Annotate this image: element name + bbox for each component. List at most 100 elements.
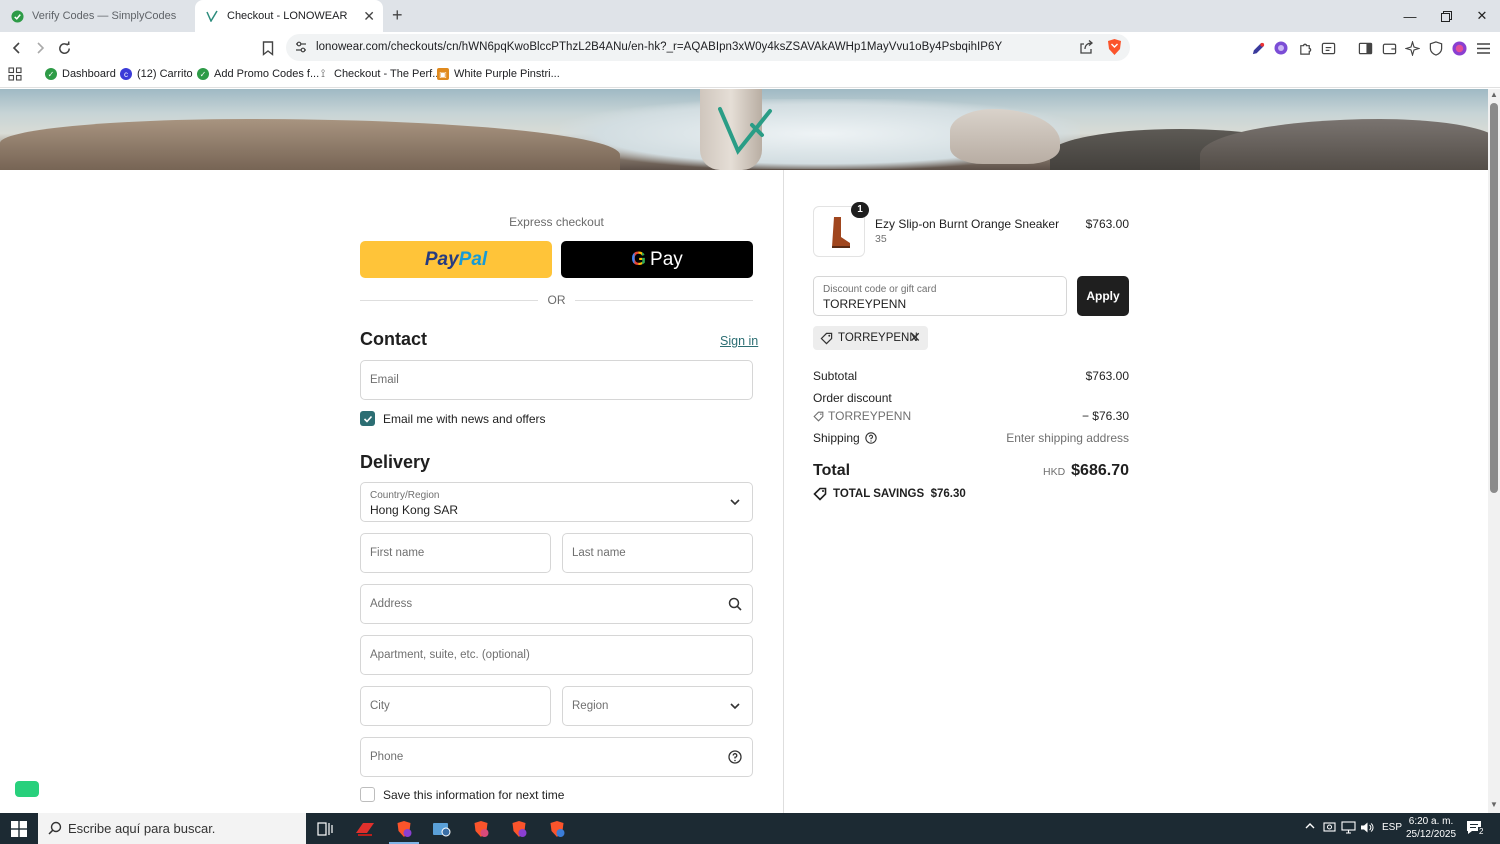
page-scrollbar[interactable]: ▲ ▼ bbox=[1488, 89, 1500, 813]
google-g-icon: G bbox=[631, 248, 647, 270]
taskbar-search-box[interactable]: Escribe aquí para buscar. bbox=[38, 813, 306, 844]
extensions-puzzle-icon[interactable] bbox=[1297, 40, 1313, 56]
applied-discount-chip: TORREYPENN ✕ bbox=[813, 326, 928, 350]
volume-icon[interactable] bbox=[1360, 821, 1374, 837]
tab-checkout-lonowear[interactable]: Checkout - LONOWEAR ✕ bbox=[195, 0, 383, 32]
info-circle-icon[interactable] bbox=[865, 432, 877, 444]
taskbar-files[interactable] bbox=[423, 813, 461, 844]
system-clock[interactable]: 6:20 a. m. 25/12/2025 bbox=[1400, 815, 1462, 841]
bookmark-carrito[interactable]: c (12) Carrito bbox=[120, 68, 193, 80]
wallet-icon[interactable] bbox=[1381, 40, 1397, 56]
bookmark-checkout-perf[interactable]: ⟟ Checkout - The Perf... bbox=[317, 68, 441, 81]
restore-button[interactable] bbox=[1428, 0, 1464, 32]
brave-browser-icon bbox=[397, 820, 412, 837]
reload-button[interactable] bbox=[53, 37, 75, 59]
tray-device-icon[interactable] bbox=[1323, 821, 1336, 837]
language-indicator[interactable]: ESP bbox=[1382, 822, 1402, 833]
notifications-icon[interactable]: 2 bbox=[1466, 820, 1485, 839]
bookmark-add-promo-codes[interactable]: ✓ Add Promo Codes f... bbox=[197, 68, 319, 80]
apps-grid-icon[interactable] bbox=[8, 67, 22, 81]
minimize-button[interactable]: — bbox=[1392, 0, 1428, 32]
region-select[interactable]: Region bbox=[562, 686, 753, 726]
taskbar-brave-3[interactable] bbox=[500, 813, 538, 844]
discount-code-field[interactable]: Discount code or gift card TORREYPENN bbox=[813, 276, 1067, 316]
save-info-checkbox[interactable] bbox=[360, 787, 375, 802]
first-name-field[interactable]: First name bbox=[360, 533, 551, 573]
url-text: lonowear.com/checkouts/cn/hWN6pqKwoBlccP… bbox=[316, 41, 1003, 53]
help-circle-icon[interactable] bbox=[728, 750, 742, 764]
taskbar-brave-1[interactable] bbox=[385, 813, 423, 844]
carrito-favicon-icon: c bbox=[120, 68, 132, 80]
profile-avatar-icon[interactable] bbox=[1451, 40, 1467, 56]
phone-field[interactable]: Phone bbox=[360, 737, 753, 777]
sidebar-toggle-icon[interactable] bbox=[1357, 40, 1373, 56]
apartment-field[interactable]: Apartment, suite, etc. (optional) bbox=[360, 635, 753, 675]
reload-icon bbox=[58, 40, 70, 54]
back-button[interactable] bbox=[6, 37, 28, 59]
scrollbar-thumb[interactable] bbox=[1490, 103, 1498, 493]
taskbar-app-1[interactable] bbox=[346, 813, 384, 844]
product-name: Ezy Slip-on Burnt Orange Sneaker bbox=[875, 217, 1060, 231]
bookmark-white-purple[interactable]: ▣ White Purple Pinstri... bbox=[437, 68, 560, 80]
brave-shields-icon bbox=[1108, 39, 1121, 55]
network-icon[interactable] bbox=[1341, 821, 1356, 837]
reader-mode-icon[interactable] bbox=[1320, 40, 1336, 56]
tag-icon bbox=[813, 411, 824, 422]
forward-button[interactable] bbox=[29, 37, 51, 59]
bookmark-page-button[interactable] bbox=[257, 37, 279, 59]
extension-circle-icon[interactable] bbox=[1273, 40, 1289, 56]
chat-widget-button[interactable] bbox=[15, 781, 39, 797]
new-tab-button[interactable]: + bbox=[392, 5, 403, 26]
task-view-button[interactable] bbox=[306, 813, 344, 844]
windows-start-button[interactable] bbox=[0, 813, 38, 844]
extension-pen-icon[interactable] bbox=[1250, 40, 1266, 56]
tab-simplycodes[interactable]: Verify Codes — SimplyCodes bbox=[0, 0, 192, 32]
windows-taskbar: Escribe aquí para buscar. ESP 6:20 a. m.… bbox=[0, 813, 1500, 844]
tray-chevron-up-icon[interactable] bbox=[1304, 821, 1316, 834]
sign-in-link[interactable]: Sign in bbox=[720, 334, 758, 348]
taskbar-brave-2[interactable] bbox=[462, 813, 500, 844]
bookmarks-bar: ✓ Dashboard c (12) Carrito ✓ Add Promo C… bbox=[0, 62, 1500, 88]
remove-discount-icon[interactable]: ✕ bbox=[909, 330, 921, 344]
save-info-checkbox-row[interactable]: Save this information for next time bbox=[360, 787, 564, 802]
express-checkout-label: Express checkout bbox=[509, 215, 604, 229]
checkmark-icon bbox=[363, 415, 372, 423]
brave-browser-icon bbox=[474, 820, 489, 837]
product-price: $763.00 bbox=[1085, 217, 1129, 231]
close-window-button[interactable]: ✕ bbox=[1464, 0, 1500, 32]
browser-tab-bar: Verify Codes — SimplyCodes Checkout - LO… bbox=[0, 0, 1500, 32]
product-variant: 35 bbox=[875, 233, 887, 245]
arrow-right-icon bbox=[37, 42, 45, 54]
brave-browser-icon bbox=[550, 820, 565, 837]
contact-heading: Contact bbox=[360, 329, 427, 349]
country-region-select[interactable]: Country/Region Hong Kong SAR bbox=[360, 482, 753, 522]
address-bar[interactable]: lonowear.com/checkouts/cn/hWN6pqKwoBlccP… bbox=[286, 34, 1130, 61]
google-pay-button[interactable]: G Pay bbox=[561, 241, 753, 278]
scroll-down-icon[interactable]: ▼ bbox=[1490, 801, 1498, 809]
last-name-field[interactable]: Last name bbox=[562, 533, 753, 573]
paypal-button[interactable]: Pay Pal bbox=[360, 241, 552, 278]
ai-sparkle-icon[interactable] bbox=[1404, 40, 1420, 56]
arrow-left-icon bbox=[12, 42, 20, 54]
menu-hamburger-icon[interactable] bbox=[1475, 40, 1491, 56]
taskbar-brave-4[interactable] bbox=[538, 813, 576, 844]
tab-title: Verify Codes — SimplyCodes bbox=[32, 10, 177, 22]
share-icon bbox=[1080, 40, 1094, 54]
vpn-shield-icon[interactable] bbox=[1428, 40, 1444, 56]
address-field[interactable]: Address bbox=[360, 584, 753, 624]
apply-discount-button[interactable]: Apply bbox=[1077, 276, 1129, 316]
newsletter-checkbox[interactable] bbox=[360, 411, 375, 426]
bookmark-dashboard[interactable]: ✓ Dashboard bbox=[45, 68, 116, 80]
windows-logo-icon bbox=[11, 820, 27, 837]
newsletter-checkbox-row[interactable]: Email me with news and offers bbox=[360, 411, 546, 426]
scroll-up-icon[interactable]: ▲ bbox=[1490, 91, 1498, 99]
email-field[interactable]: Email bbox=[360, 360, 753, 400]
app-red-icon bbox=[356, 822, 374, 836]
close-tab-icon[interactable]: ✕ bbox=[363, 8, 375, 24]
hero-banner-image bbox=[0, 89, 1488, 170]
tab-title: Checkout - LONOWEAR bbox=[227, 10, 348, 22]
city-field[interactable]: City bbox=[360, 686, 551, 726]
lonowear-favicon-icon bbox=[205, 9, 219, 23]
lonowear-logo-icon[interactable] bbox=[718, 105, 774, 155]
folder-settings-icon bbox=[433, 822, 451, 836]
